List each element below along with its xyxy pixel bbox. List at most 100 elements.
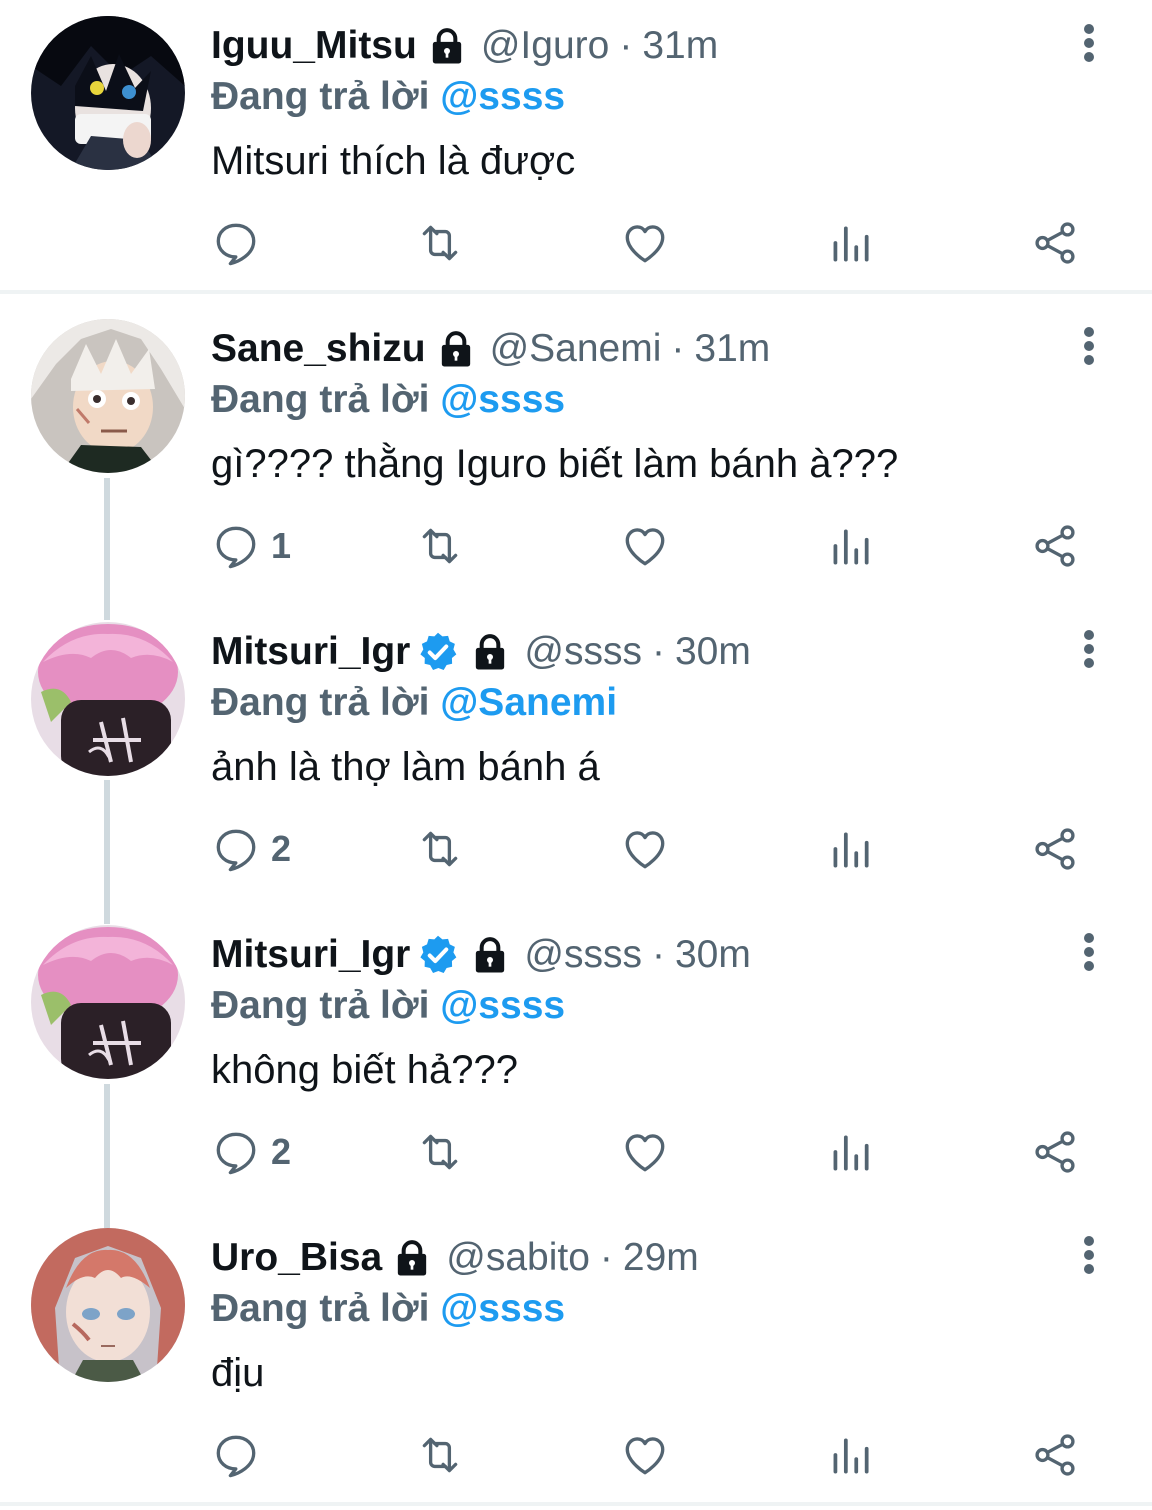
like-icon	[625, 1437, 665, 1475]
timestamp[interactable]: 31m	[642, 18, 718, 74]
separator-dot: ·	[671, 327, 685, 370]
user-handle[interactable]: @ssss	[524, 624, 642, 680]
analytics-button[interactable]	[825, 819, 875, 879]
tweet-header: Sane_shizu @Sanemi · 31m	[211, 321, 770, 377]
timestamp[interactable]: 30m	[675, 624, 751, 680]
reply-button[interactable]: 2	[211, 1122, 291, 1182]
action-bar: 2	[0, 1122, 1152, 1182]
display-name[interactable]: Mitsuri_Igr	[211, 927, 410, 983]
like-button[interactable]	[620, 213, 670, 273]
reply-count: 1	[271, 525, 292, 566]
display-name[interactable]: Sane_shizu	[211, 321, 426, 377]
tweet[interactable]: Mitsuri_Igr @ssss · 30m Đang trả lời @Sa…	[0, 606, 1152, 906]
more-options-icon[interactable]	[1066, 323, 1112, 369]
tweet[interactable]: Iguu_Mitsu @Iguro · 31m Đang trả lời @ss…	[0, 0, 1152, 292]
avatar[interactable]	[31, 16, 185, 170]
tweet-header: Mitsuri_Igr @ssss · 30m	[211, 624, 751, 680]
tweet-header: Uro_Bisa @sabito · 29m	[211, 1230, 699, 1286]
action-bar: 1	[0, 516, 1152, 576]
tweet-text: gì???? thằng Iguro biết làm bánh à???	[211, 442, 899, 486]
analytics-button[interactable]	[825, 516, 875, 576]
mention-link[interactable]: @ssss	[440, 984, 565, 1027]
more-options-icon[interactable]	[1066, 626, 1112, 672]
timestamp[interactable]: 30m	[675, 927, 751, 983]
tweet[interactable]: Uro_Bisa @sabito · 29m Đang trả lời @sss…	[0, 1212, 1152, 1502]
share-icon	[1035, 1131, 1075, 1173]
analytics-icon	[833, 832, 869, 868]
reply-button[interactable]: 1	[211, 516, 291, 576]
reply-button[interactable]: 2	[211, 819, 291, 879]
verified-badge-icon	[420, 935, 457, 973]
analytics-icon	[833, 1135, 869, 1171]
reply-count: 2	[271, 828, 292, 869]
user-handle[interactable]: @sabito	[446, 1230, 590, 1286]
analytics-button[interactable]	[825, 1122, 875, 1182]
reply-icon	[216, 223, 256, 266]
like-icon	[625, 528, 665, 566]
share-button[interactable]	[1030, 1425, 1080, 1485]
retweet-button[interactable]	[415, 213, 465, 273]
action-bar	[0, 213, 1152, 273]
retweet-icon	[422, 1437, 458, 1473]
display-name[interactable]: Uro_Bisa	[211, 1230, 382, 1286]
like-button[interactable]	[620, 516, 670, 576]
retweet-button[interactable]	[415, 1425, 465, 1485]
display-name[interactable]: Mitsuri_Igr	[211, 624, 410, 680]
lock-icon	[476, 937, 505, 973]
retweet-button[interactable]	[415, 516, 465, 576]
reply-icon	[216, 829, 256, 872]
user-handle[interactable]: @Iguro	[481, 18, 609, 74]
retweet-button[interactable]	[415, 819, 465, 879]
lock-icon	[441, 331, 470, 367]
tweet-header: Iguu_Mitsu @Iguro · 31m	[211, 18, 718, 74]
user-handle[interactable]: @Sanemi	[490, 321, 662, 377]
replying-prefix: Đang trả lời	[211, 681, 430, 724]
tweet[interactable]: Sane_shizu @Sanemi · 31m Đang trả lời @s…	[0, 303, 1152, 603]
timestamp[interactable]: 31m	[694, 321, 770, 377]
like-button[interactable]	[620, 819, 670, 879]
avatar[interactable]	[31, 925, 185, 1079]
tweet-divider	[0, 290, 1152, 294]
mention-link[interactable]: @ssss	[440, 378, 565, 421]
mention-link[interactable]: @ssss	[440, 1287, 565, 1330]
replying-prefix: Đang trả lời	[211, 75, 430, 118]
avatar[interactable]	[31, 622, 185, 776]
verified-badge-icon	[420, 632, 457, 670]
display-name[interactable]: Iguu_Mitsu	[211, 18, 417, 74]
share-button[interactable]	[1030, 516, 1080, 576]
more-options-icon[interactable]	[1066, 20, 1112, 66]
more-options-icon[interactable]	[1066, 929, 1112, 975]
analytics-icon	[833, 529, 869, 565]
analytics-button[interactable]	[825, 1425, 875, 1485]
tweet-header: Mitsuri_Igr @ssss · 30m	[211, 927, 751, 983]
mention-link[interactable]: @Sanemi	[440, 681, 617, 724]
more-options-icon[interactable]	[1066, 1232, 1112, 1278]
analytics-button[interactable]	[825, 213, 875, 273]
mention-link[interactable]: @ssss	[440, 75, 565, 118]
separator-dot: ·	[651, 933, 665, 976]
like-button[interactable]	[620, 1122, 670, 1182]
tweet-text: địu	[211, 1351, 265, 1395]
retweet-icon	[422, 528, 458, 564]
tweet[interactable]: Mitsuri_Igr @ssss · 30m Đang trả lời @ss…	[0, 909, 1152, 1209]
tweet-text: ảnh là thợ làm bánh á	[211, 745, 600, 789]
like-button[interactable]	[620, 1425, 670, 1485]
avatar[interactable]	[31, 319, 185, 473]
avatar[interactable]	[31, 1228, 185, 1382]
retweet-icon	[422, 831, 458, 867]
retweet-button[interactable]	[415, 1122, 465, 1182]
replying-to: Đang trả lời @ssss	[211, 70, 565, 124]
lock-icon	[476, 634, 505, 670]
share-icon	[1035, 222, 1075, 264]
like-icon	[625, 1134, 665, 1172]
share-button[interactable]	[1030, 213, 1080, 273]
user-handle[interactable]: @ssss	[524, 927, 642, 983]
like-icon	[625, 831, 665, 869]
analytics-icon	[833, 226, 869, 262]
reply-button[interactable]	[211, 213, 271, 273]
share-button[interactable]	[1030, 819, 1080, 879]
reply-button[interactable]	[211, 1425, 271, 1485]
timestamp[interactable]: 29m	[623, 1230, 699, 1286]
share-button[interactable]	[1030, 1122, 1080, 1182]
share-icon	[1035, 828, 1075, 870]
